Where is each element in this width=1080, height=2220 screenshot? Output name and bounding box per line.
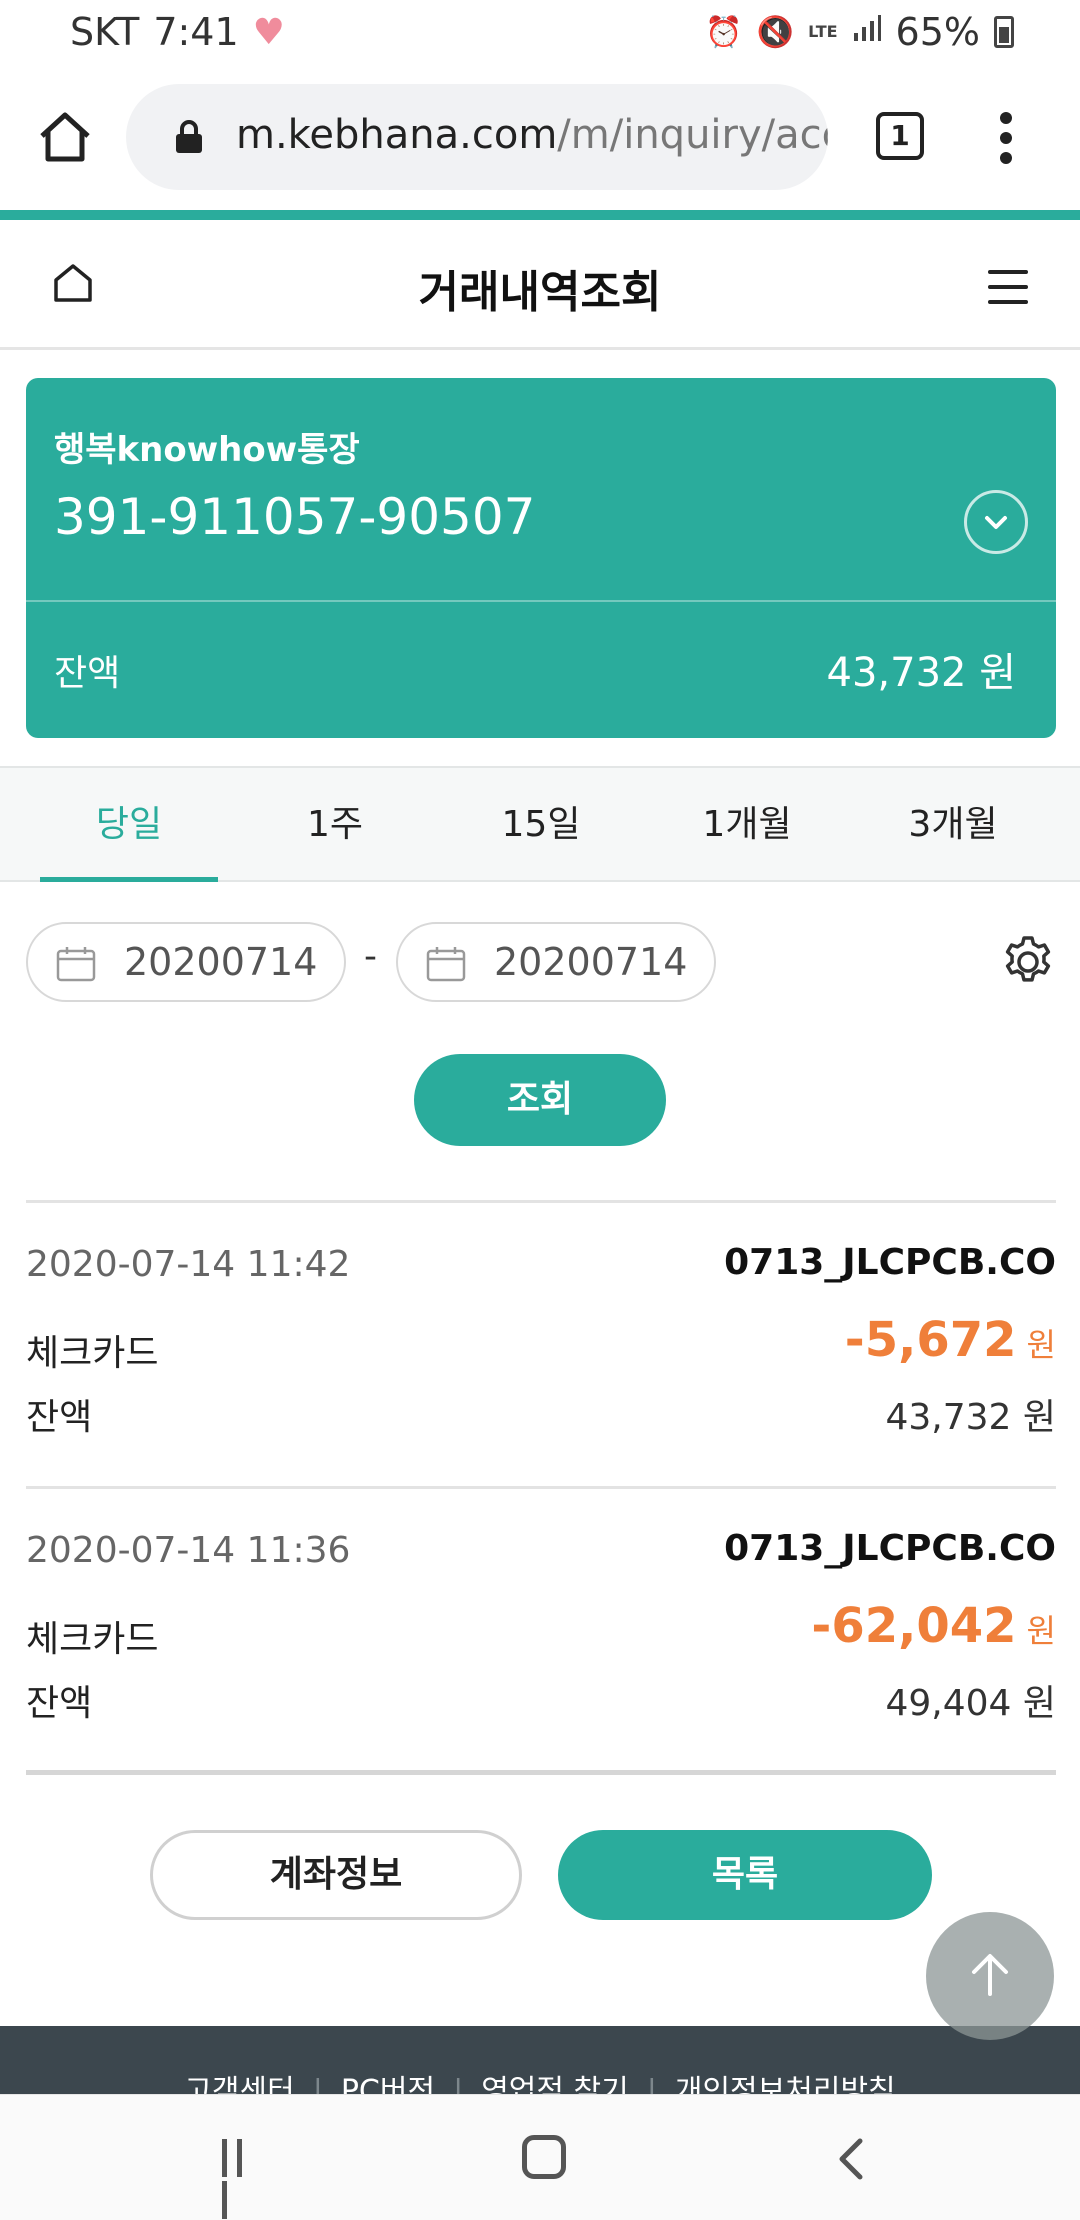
account-info-button[interactable]: 계좌정보 bbox=[150, 1830, 522, 1920]
network-type-label: LTE bbox=[808, 22, 838, 41]
signal-icon bbox=[852, 13, 882, 51]
end-date-field[interactable]: 20200714 bbox=[396, 922, 716, 1002]
end-date-value: 20200714 bbox=[494, 940, 688, 984]
browser-home-icon[interactable] bbox=[34, 106, 96, 168]
currency-unit: 원 bbox=[1026, 1326, 1056, 1364]
footer-link-pc-version[interactable]: PC버전 bbox=[341, 2074, 435, 2096]
tab-1-month[interactable]: 1개월 bbox=[658, 768, 836, 882]
url-domain: m.kebhana.com bbox=[236, 112, 558, 158]
transaction-type: 체크카드 bbox=[26, 1333, 159, 1374]
search-button[interactable]: 조회 bbox=[414, 1054, 666, 1146]
transaction-amount-value: -62,042 bbox=[811, 1598, 1017, 1654]
hamburger-menu-icon[interactable] bbox=[988, 270, 1028, 304]
footer-link-branch-finder[interactable]: 영업점 찾기 bbox=[481, 2074, 629, 2096]
tab-today[interactable]: 당일 bbox=[40, 768, 218, 882]
divider bbox=[26, 1486, 1056, 1489]
transaction-memo: 0713_JLCPCB.CO bbox=[724, 1528, 1056, 1569]
list-button[interactable]: 목록 bbox=[558, 1830, 932, 1920]
footer-link-privacy-policy[interactable]: 개인정보처리방침 bbox=[675, 2074, 896, 2096]
balance-value: 43,732 원 bbox=[826, 650, 1016, 696]
account-number: 391-911057-90507 bbox=[54, 488, 536, 546]
transaction-memo: 0713_JLCPCB.CO bbox=[724, 1242, 1056, 1283]
address-bar[interactable]: m.kebhana.com/m/inquiry/acc bbox=[126, 84, 828, 190]
card-divider bbox=[26, 600, 1056, 602]
url-text: m.kebhana.com/m/inquiry/acc bbox=[236, 112, 828, 158]
tab-switcher-button[interactable]: 1 bbox=[876, 112, 924, 160]
transaction-balance-label: 잔액 bbox=[26, 1397, 93, 1438]
progress-accent-line bbox=[0, 210, 1080, 220]
battery-percent: 65% bbox=[895, 10, 980, 54]
clock: 7:41 bbox=[153, 10, 239, 54]
recents-icon[interactable] bbox=[222, 2139, 266, 2219]
tab-15-days[interactable]: 15일 bbox=[452, 768, 630, 882]
app-header: 거래내역조회 bbox=[0, 220, 1080, 350]
transaction-balance: 43,732 원 bbox=[885, 1397, 1056, 1438]
transaction-type: 체크카드 bbox=[26, 1619, 159, 1660]
footer-separator: | bbox=[453, 2074, 464, 2096]
footer-separator: | bbox=[312, 2074, 323, 2096]
alarm-icon: ⏰ bbox=[705, 14, 743, 50]
browser-menu-icon[interactable] bbox=[994, 112, 1018, 168]
scroll-to-top-button[interactable] bbox=[926, 1912, 1054, 2040]
battery-icon bbox=[994, 16, 1014, 48]
settings-gear-icon[interactable] bbox=[1000, 934, 1056, 990]
system-home-icon[interactable] bbox=[522, 2135, 566, 2179]
footer-link-customer-center[interactable]: 고객센터 bbox=[184, 2074, 294, 2096]
list-end-divider bbox=[26, 1770, 1056, 1775]
heart-icon: ♥ bbox=[252, 11, 285, 53]
footer-links: 고객센터 | PC버전 | 영업점 찾기 | 개인정보처리방침 bbox=[0, 2066, 1080, 2096]
start-date-value: 20200714 bbox=[124, 940, 318, 984]
transaction-amount: -62,042 원 bbox=[811, 1598, 1056, 1654]
transaction-balance: 49,404 원 bbox=[885, 1683, 1056, 1724]
account-card: 행복knowhow통장 391-911057-90507 잔액 43,732 원 bbox=[26, 378, 1056, 738]
divider bbox=[26, 1200, 1056, 1203]
calendar-icon bbox=[426, 946, 466, 982]
page-title: 거래내역조회 bbox=[418, 267, 662, 318]
url-path: /m/inquiry/acc bbox=[557, 112, 828, 158]
tab-1-week[interactable]: 1주 bbox=[246, 768, 424, 882]
transaction-row[interactable]: 2020-07-14 11:36 0713_JLCPCB.CO 체크카드 -62… bbox=[26, 1502, 1056, 1762]
mute-icon: 🔇 bbox=[756, 14, 795, 50]
account-name: 행복knowhow통장 bbox=[54, 430, 360, 470]
back-icon[interactable] bbox=[830, 2135, 874, 2183]
tab-3-months[interactable]: 3개월 bbox=[864, 768, 1042, 882]
transaction-row[interactable]: 2020-07-14 11:42 0713_JLCPCB.CO 체크카드 -5,… bbox=[26, 1216, 1056, 1476]
status-bar: SKT 7:41 ♥ ⏰ 🔇 LTE 65% bbox=[0, 0, 1080, 64]
footer: 고객센터 | PC버전 | 영업점 찾기 | 개인정보처리방침 bbox=[0, 2026, 1080, 2096]
period-tabs: 당일 1주 15일 1개월 3개월 bbox=[0, 766, 1080, 882]
account-select-chevron-icon[interactable] bbox=[964, 490, 1028, 554]
system-navigation-bar bbox=[0, 2094, 1080, 2220]
date-range-separator: - bbox=[364, 936, 377, 977]
currency-unit: 원 bbox=[1026, 1612, 1056, 1650]
start-date-field[interactable]: 20200714 bbox=[26, 922, 346, 1002]
browser-toolbar: m.kebhana.com/m/inquiry/acc 1 bbox=[0, 64, 1080, 212]
arrow-up-icon bbox=[972, 1954, 1008, 1996]
transaction-amount: -5,672 원 bbox=[845, 1312, 1056, 1368]
lock-icon bbox=[174, 120, 204, 154]
transaction-datetime: 2020-07-14 11:36 bbox=[26, 1530, 351, 1571]
balance-label: 잔액 bbox=[54, 653, 121, 694]
transaction-datetime: 2020-07-14 11:42 bbox=[26, 1244, 351, 1285]
calendar-icon bbox=[56, 946, 96, 982]
transaction-amount-value: -5,672 bbox=[844, 1312, 1017, 1368]
transaction-balance-label: 잔액 bbox=[26, 1683, 93, 1724]
carrier-label: SKT bbox=[70, 10, 140, 54]
footer-separator: | bbox=[646, 2074, 657, 2096]
